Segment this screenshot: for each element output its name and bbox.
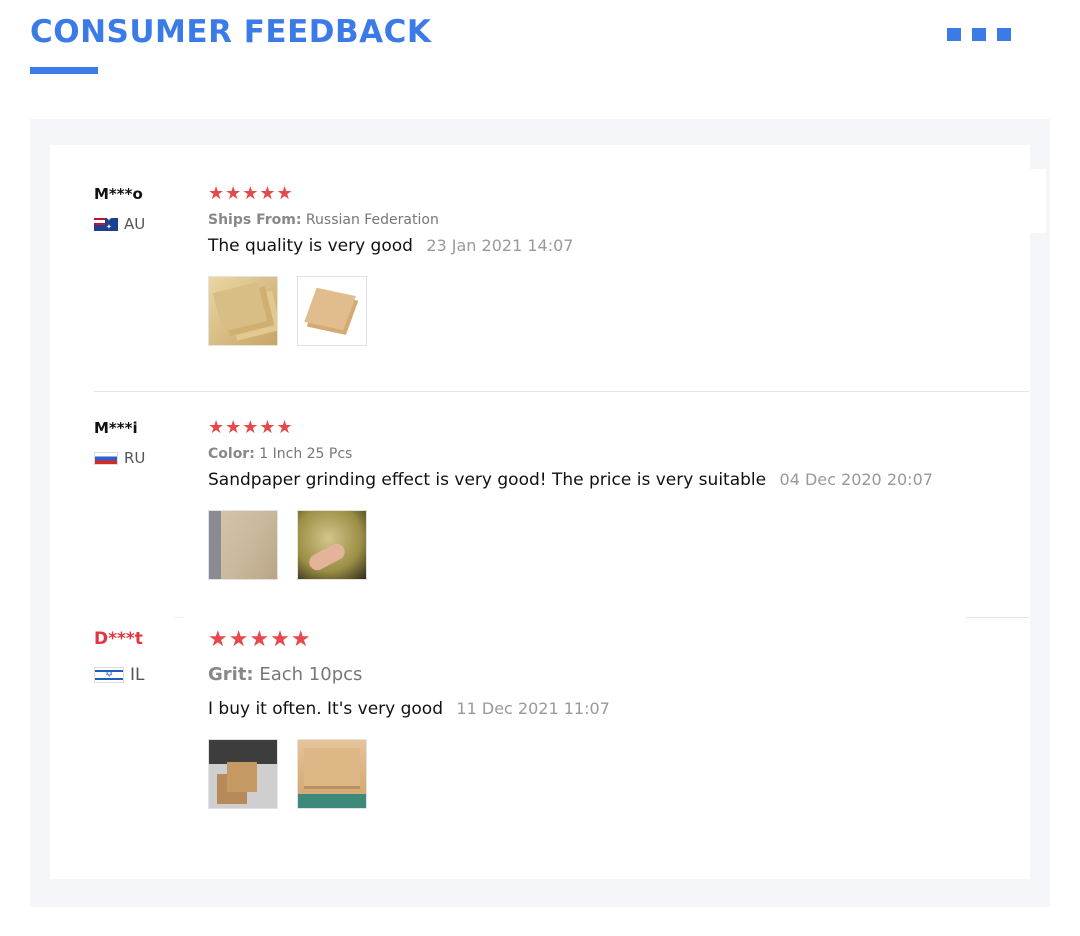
username: M***i (94, 419, 138, 437)
review-text-line: The quality is very good 23 Jan 2021 14:… (208, 236, 1048, 256)
page-title: CONSUMER FEEDBACK (30, 14, 432, 50)
star-rating: ★★★★★ (208, 417, 294, 438)
dot-icon (972, 28, 986, 41)
review-attribute: Grit: Each 10pcs (208, 664, 1048, 685)
sandpaper-photo[interactable] (297, 276, 367, 346)
review-content: ★★★★★ Ships From: Russian Federation The… (208, 185, 1048, 346)
package-photo[interactable] (208, 739, 278, 809)
sandpaper-photo[interactable] (208, 510, 278, 580)
decorative-dots (947, 28, 1011, 41)
country: RU (94, 449, 204, 467)
australia-flag-icon (94, 217, 118, 231)
review-user: M***i RU (94, 419, 204, 467)
attribute-label: Ships From: (208, 212, 302, 228)
country: IL (94, 665, 204, 685)
review-date: 11 Dec 2021 11:07 (456, 699, 610, 718)
sandpaper-photo[interactable] (208, 276, 278, 346)
package-photo[interactable] (297, 739, 367, 809)
israel-flag-icon (94, 667, 124, 683)
review-attribute: Color: 1 Inch 25 Pcs (208, 446, 1048, 462)
review-photos (208, 276, 1048, 346)
attribute-label: Grit: (208, 664, 254, 685)
star-rating: ★★★★★ (208, 183, 294, 204)
dot-icon (997, 28, 1011, 41)
review-text: I buy it often. It's very good (208, 699, 444, 719)
country-code: IL (130, 665, 145, 685)
review-text: Sandpaper grinding effect is very good! … (208, 470, 767, 490)
attribute-label: Color: (208, 446, 255, 462)
review-text-line: I buy it often. It's very good 11 Dec 20… (208, 699, 1048, 719)
username: M***o (94, 185, 143, 203)
review-divider (966, 617, 1029, 618)
review-photos (208, 510, 1048, 580)
review-date: 04 Dec 2020 20:07 (779, 470, 933, 489)
review-text-line: Sandpaper grinding effect is very good! … (208, 470, 1048, 490)
sanded-item-photo[interactable] (297, 510, 367, 580)
review-content: ★★★★★ Color: 1 Inch 25 Pcs Sandpaper gri… (208, 419, 1048, 580)
review-content: ★★★★★ Grit: Each 10pcs I buy it often. I… (208, 629, 1048, 809)
attribute-value: 1 Inch 25 Pcs (259, 446, 353, 462)
review-divider (94, 391, 1029, 392)
title-underline (30, 67, 98, 74)
username: D***t (94, 629, 143, 649)
review-text: The quality is very good (208, 236, 413, 256)
review-divider (175, 617, 183, 618)
review-user: M***o AU (94, 185, 204, 233)
review-attribute: Ships From: Russian Federation (208, 212, 1048, 228)
russia-flag-icon (94, 451, 118, 465)
country-code: AU (124, 215, 146, 233)
attribute-value: Russian Federation (305, 212, 439, 228)
country-code: RU (124, 449, 146, 467)
star-rating: ★★★★★ (208, 627, 312, 652)
review-photos (208, 739, 1048, 809)
attribute-value: Each 10pcs (259, 664, 363, 685)
review-date: 23 Jan 2021 14:07 (426, 236, 574, 255)
dot-icon (947, 28, 961, 41)
review-user: D***t IL (94, 629, 204, 685)
country: AU (94, 215, 204, 233)
